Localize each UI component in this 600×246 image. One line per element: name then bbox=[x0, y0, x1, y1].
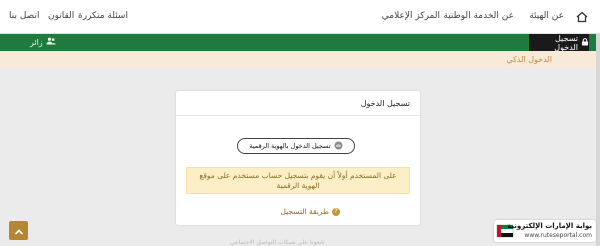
nav-item-about-authority[interactable]: عن الهيئة bbox=[529, 11, 564, 21]
watermark-title: بوابة الإمارات الإلكترونية bbox=[507, 222, 592, 230]
nav-item-law[interactable]: القانون bbox=[48, 11, 74, 21]
nav-item-contact[interactable]: اتصل بنا bbox=[9, 11, 39, 21]
breadcrumb[interactable]: الدخول الذكي bbox=[506, 55, 552, 64]
login-tab[interactable]: تسجيل الدخول bbox=[529, 33, 589, 52]
login-label: تسجيل الدخول bbox=[554, 33, 578, 52]
uae-pass-label: تسجيل الدخول بالهوية الرقمية bbox=[249, 142, 331, 150]
watermark-url: www.ruteseportal.com bbox=[524, 232, 592, 239]
login-card: تسجيل الدخول تسجيل الدخول بالهوية الرقمي… bbox=[176, 91, 420, 225]
chevron-up-icon bbox=[14, 221, 24, 240]
scroll-to-top-button[interactable] bbox=[9, 221, 28, 240]
page-scrollbar[interactable] bbox=[596, 34, 600, 246]
card-divider bbox=[176, 115, 420, 116]
registration-method-link[interactable]: ? طريقة التسجيل bbox=[280, 207, 340, 216]
home-icon[interactable] bbox=[575, 9, 589, 23]
notice-line-1: على المستخدم أولاً أن يقوم بتسجيل حساب م… bbox=[199, 171, 397, 180]
fingerprint-icon bbox=[334, 141, 343, 152]
watermark: بوابة الإمارات الإلكترونية www.rutesepor… bbox=[494, 220, 596, 242]
uae-pass-login-button[interactable]: تسجيل الدخول بالهوية الرقمية bbox=[237, 138, 355, 154]
notice-line-2: الهوية الرقمية bbox=[276, 181, 320, 190]
card-title: تسجيل الدخول bbox=[360, 99, 410, 108]
users-icon bbox=[46, 37, 56, 47]
top-navigation: عن الهيئة عن الخدمة الوطنية المركز الإعل… bbox=[0, 0, 600, 34]
lock-icon bbox=[581, 37, 589, 48]
nav-item-about-national-service[interactable]: عن الخدمة الوطنية bbox=[443, 11, 514, 21]
question-icon: ? bbox=[332, 207, 340, 216]
nav-item-faq[interactable]: اسئلة متكررة bbox=[78, 11, 128, 21]
visitor-indicator[interactable]: زائر bbox=[30, 37, 56, 47]
registration-notice: على المستخدم أولاً أن يقوم بتسجيل حساب م… bbox=[186, 167, 410, 194]
visitor-label: زائر bbox=[30, 37, 43, 47]
registration-method-label: طريقة التسجيل bbox=[280, 207, 329, 216]
breadcrumb-bar: الدخول الذكي bbox=[0, 51, 600, 68]
footer-social-text: تابعونا على شبكات التواصل الاجتماعي bbox=[230, 239, 325, 246]
nav-item-media-center[interactable]: المركز الإعلامي bbox=[382, 11, 440, 21]
user-bar: تسجيل الدخول زائر bbox=[0, 33, 600, 52]
